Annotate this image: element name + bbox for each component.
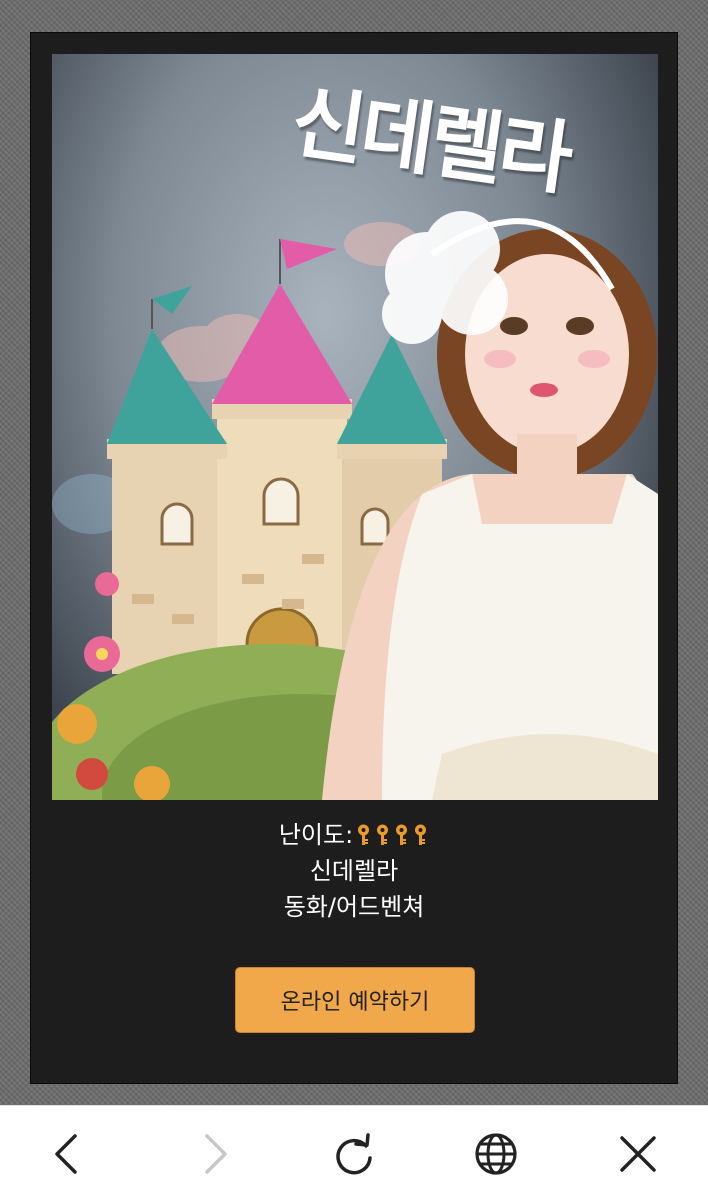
online-reservation-button[interactable]: 온라인 예약하기	[235, 967, 475, 1033]
forward-button[interactable]	[190, 1128, 242, 1180]
key-icon	[358, 824, 370, 845]
browser-toolbar	[0, 1105, 708, 1200]
globe-icon	[475, 1133, 517, 1175]
theme-card: 신데렐라 난이도: 신데렐라 동화/어드벤쳐 온라인 예약하기	[30, 32, 678, 1084]
reload-icon	[336, 1133, 372, 1175]
difficulty-keys	[355, 824, 429, 846]
forward-icon	[205, 1134, 227, 1174]
difficulty-label: 난이도:	[278, 821, 354, 849]
language-button[interactable]	[470, 1128, 522, 1180]
reload-button[interactable]	[328, 1128, 380, 1180]
theme-name: 신데렐라	[309, 857, 399, 885]
theme-info: 난이도: 신데렐라 동화/어드벤쳐	[31, 817, 677, 925]
close-button[interactable]	[612, 1128, 664, 1180]
key-icon	[396, 824, 408, 845]
back-icon	[55, 1134, 77, 1174]
key-icon	[377, 824, 389, 845]
back-button[interactable]	[40, 1128, 92, 1180]
difficulty-row: 난이도:	[31, 817, 677, 853]
close-icon	[620, 1136, 656, 1172]
theme-genre: 동화/어드벤쳐	[283, 893, 425, 921]
theme-poster: 신데렐라	[52, 54, 658, 800]
key-icon	[415, 824, 427, 845]
